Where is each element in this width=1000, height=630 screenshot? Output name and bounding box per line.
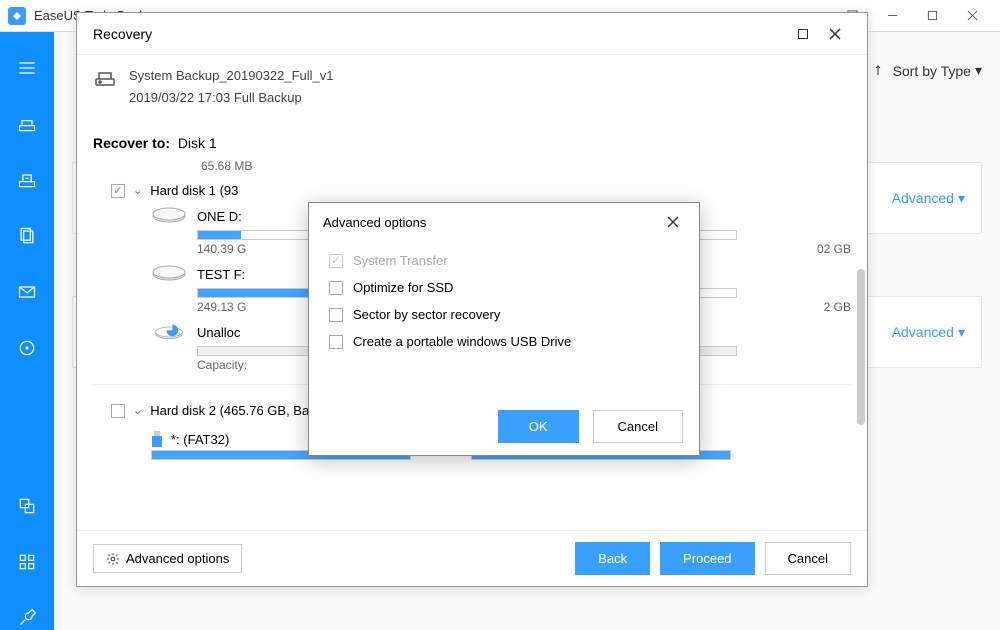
chevron-down-icon: ▾: [975, 62, 982, 79]
partition-size-right: 2 GB: [824, 300, 851, 314]
chevron-down-icon[interactable]: ⌄: [133, 184, 142, 197]
window-minimize-icon[interactable]: [872, 0, 912, 32]
partition-size: 249.13 G: [197, 300, 246, 314]
backup-time: 2019/03/22 17:03 Full Backup: [129, 87, 334, 109]
advanced-button-1[interactable]: Advanced▾: [892, 190, 965, 207]
partition-size: 140.39 G: [197, 242, 246, 256]
gear-icon: [106, 552, 120, 566]
disk1-label: Hard disk 1 (93: [150, 183, 238, 198]
proceed-button[interactable]: Proceed: [660, 542, 754, 575]
partition-size-right: 02 GB: [817, 242, 851, 256]
modal-title: Advanced options: [323, 215, 661, 230]
recover-to-row: Recover to: Disk 1: [93, 127, 851, 159]
menu-icon[interactable]: [15, 56, 39, 80]
hdd-icon: [151, 264, 187, 284]
partition-name: TEST F:: [197, 267, 245, 282]
disk1-checkbox[interactable]: [111, 184, 125, 198]
backup-image-icon: [93, 65, 117, 89]
clone-icon[interactable]: [15, 494, 39, 518]
hdd-icon: [151, 206, 187, 226]
tools-wrench-icon[interactable]: [15, 606, 39, 630]
modal-close-icon[interactable]: [661, 210, 685, 234]
chevron-down-icon: ▾: [958, 324, 965, 341]
advanced-options-button[interactable]: Advanced options: [93, 544, 242, 573]
sort-label: Sort by Type: [893, 63, 971, 79]
backup-name: System Backup_20190322_Full_v1: [129, 65, 334, 87]
cancel-button[interactable]: Cancel: [765, 542, 851, 575]
recovery-maximize-icon[interactable]: [787, 18, 819, 50]
checkbox-sector-by-sector[interactable]: [329, 308, 343, 322]
partition-capacity-label: Capacity:: [197, 358, 247, 372]
option-portable-usb[interactable]: Create a portable windows USB Drive: [329, 328, 679, 355]
disk-backup-icon[interactable]: [15, 112, 39, 136]
checkbox-optimize-ssd[interactable]: [329, 281, 343, 295]
usb-icon: [151, 430, 163, 448]
checkbox-system-transfer: [329, 254, 343, 268]
partition-name: ONE D:: [197, 209, 242, 224]
sidebar: [0, 32, 54, 630]
file-backup-icon[interactable]: [15, 224, 39, 248]
smart-backup-icon[interactable]: [15, 336, 39, 360]
option-system-transfer: System Transfer: [329, 247, 679, 274]
chevron-down-icon: ▾: [958, 190, 965, 207]
chevron-down-icon[interactable]: ⌄: [133, 404, 142, 417]
modal-ok-button[interactable]: OK: [498, 410, 579, 443]
mail-backup-icon[interactable]: [15, 280, 39, 304]
partition-name: *: (FAT32): [171, 432, 229, 447]
modal-cancel-button[interactable]: Cancel: [593, 410, 683, 443]
recovery-close-icon[interactable]: [819, 18, 851, 50]
window-close-icon[interactable]: [952, 0, 992, 32]
checkbox-portable-usb[interactable]: [329, 335, 343, 349]
recovery-title: Recovery: [93, 26, 787, 42]
tools-grid-icon[interactable]: [15, 550, 39, 574]
system-backup-icon[interactable]: [15, 168, 39, 192]
recover-to-target: Disk 1: [178, 135, 217, 151]
back-button[interactable]: Back: [575, 542, 650, 575]
advanced-button-2[interactable]: Advanced▾: [892, 324, 965, 341]
size-line: 65.68 MB: [93, 159, 851, 173]
option-sector-by-sector[interactable]: Sector by sector recovery: [329, 301, 679, 328]
option-optimize-ssd[interactable]: Optimize for SSD: [329, 274, 679, 301]
scrollbar-thumb[interactable]: [857, 269, 865, 425]
app-logo: [8, 7, 26, 25]
disk2-checkbox[interactable]: [111, 404, 125, 418]
sort-by-type[interactable]: Sort by Type ▾: [875, 62, 982, 79]
hdd-pie-icon: [151, 322, 187, 342]
window-maximize-icon[interactable]: [912, 0, 952, 32]
disk1-row[interactable]: ⌄ Hard disk 1 (93: [93, 173, 851, 202]
partition-name: Unalloc: [197, 325, 240, 340]
advanced-options-modal: Advanced options System Transfer Optimiz…: [308, 202, 700, 456]
